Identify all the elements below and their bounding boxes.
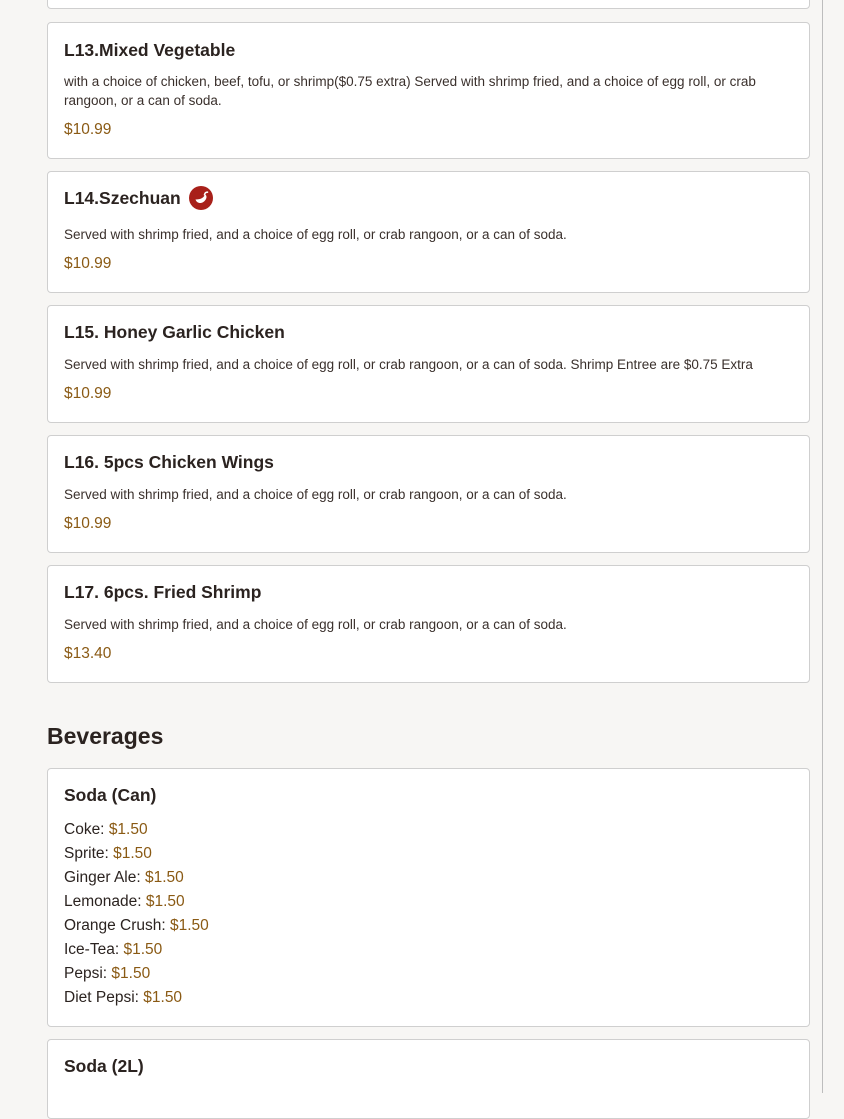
- beverage-option-price: $1.50: [108, 821, 148, 838]
- menu-item-price: $13.40: [64, 645, 112, 662]
- beverage-option: Lemonade: $1.50: [64, 890, 209, 914]
- menu-item-card-soda-2l[interactable]: Soda (2L): [47, 1039, 810, 1119]
- menu-item-name: L13.Mixed Vegetable: [64, 40, 236, 60]
- menu-item-description: Served with shrimp fried, and a choice o…: [64, 617, 567, 632]
- section-heading-beverages: Beverages: [47, 723, 164, 749]
- menu-item-card[interactable]: L14.Szechuan Served with shrimp fried, a…: [47, 171, 810, 293]
- beverage-option: Pepsi: $1.50: [64, 962, 209, 986]
- beverage-option-label: Ginger Ale:: [64, 869, 141, 886]
- menu-item-name: Soda (Can): [64, 785, 157, 805]
- menu-item-card[interactable]: L15. Honey Garlic Chicken Served with sh…: [47, 305, 810, 423]
- beverage-option-price: $1.50: [169, 917, 209, 934]
- beverage-option-label: Coke:: [64, 821, 105, 838]
- menu-item-card-previous[interactable]: [47, 0, 810, 9]
- beverage-option: Sprite: $1.50: [64, 842, 209, 866]
- menu-item-description: Served with shrimp fried, and a choice o…: [64, 227, 567, 242]
- menu-item-name: Soda (2L): [64, 1056, 144, 1076]
- menu-item-card[interactable]: L13.Mixed Vegetable with a choice of chi…: [47, 22, 810, 159]
- beverage-option-price: $1.50: [113, 845, 152, 862]
- page-edge-divider: [822, 0, 823, 1093]
- menu-item-price: $10.99: [64, 121, 112, 138]
- beverage-option-price: $1.50: [143, 989, 183, 1006]
- beverage-option-price: $1.50: [111, 965, 151, 982]
- beverage-option-price: $1.50: [145, 893, 185, 910]
- beverage-option-label: Diet Pepsi:: [64, 989, 139, 1006]
- beverage-option-label: Ice-Tea:: [64, 941, 120, 958]
- menu-item-card-soda-can[interactable]: Soda (Can) Coke: $1.50 Sprite: $1.50 Gin…: [47, 768, 810, 1027]
- menu-item-title-row: L14.Szechuan: [64, 186, 213, 211]
- chili-pepper-icon: [188, 186, 213, 211]
- beverage-option-price: $1.50: [145, 869, 184, 886]
- menu-item-price: $10.99: [64, 385, 112, 402]
- beverage-option: Ginger Ale: $1.50: [64, 866, 209, 890]
- menu-item-name: L17. 6pcs. Fried Shrimp: [64, 582, 262, 602]
- beverage-option: Diet Pepsi: $1.50: [64, 986, 209, 1010]
- menu-item-name: L14.Szechuan: [64, 188, 181, 208]
- beverage-option-price: $1.50: [123, 941, 163, 958]
- beverage-option-label: Orange Crush:: [64, 917, 166, 934]
- beverage-option: Ice-Tea: $1.50: [64, 938, 209, 962]
- menu-item-description: Served with shrimp fried, and a choice o…: [64, 487, 567, 502]
- beverage-option-label: Sprite:: [64, 845, 109, 862]
- menu-item-card[interactable]: L16. 5pcs Chicken Wings Served with shri…: [47, 435, 810, 553]
- menu-item-price: $10.99: [64, 515, 112, 532]
- menu-item-card[interactable]: L17. 6pcs. Fried Shrimp Served with shri…: [47, 565, 810, 683]
- menu-item-description: Served with shrimp fried, and a choice o…: [64, 357, 753, 372]
- beverage-option-label: Pepsi:: [64, 965, 108, 982]
- beverage-options-list: Coke: $1.50 Sprite: $1.50 Ginger Ale: $1…: [64, 818, 209, 1010]
- beverage-option: Orange Crush: $1.50: [64, 914, 209, 938]
- menu-item-description: with a choice of chicken, beef, tofu, or…: [64, 74, 756, 108]
- menu-item-name: L15. Honey Garlic Chicken: [64, 322, 285, 342]
- menu-item-price: $10.99: [64, 255, 112, 272]
- menu-item-name: L16. 5pcs Chicken Wings: [64, 452, 274, 472]
- beverage-option: Coke: $1.50: [64, 818, 209, 842]
- beverage-option-label: Lemonade:: [64, 893, 142, 910]
